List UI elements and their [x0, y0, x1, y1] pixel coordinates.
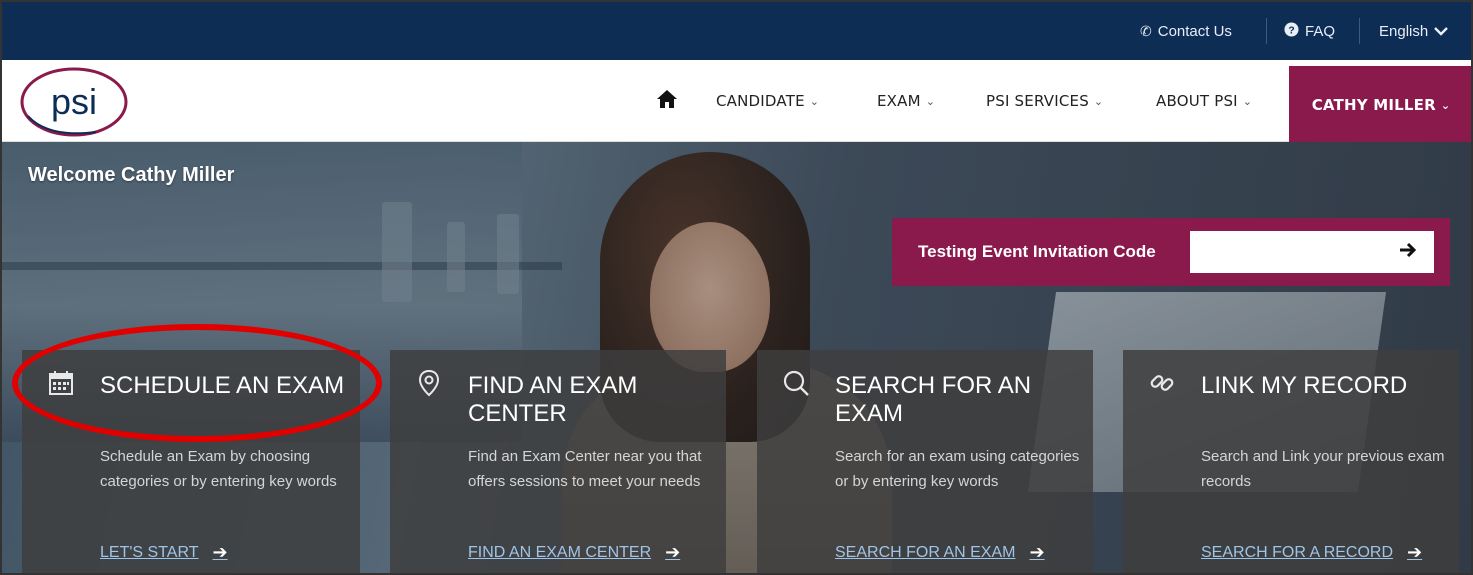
lets-start-link[interactable]: LET'S START ➔ — [100, 542, 228, 563]
faq-link[interactable]: ? FAQ — [1284, 2, 1335, 60]
invitation-code-input[interactable] — [1190, 231, 1408, 273]
link-icon — [1147, 368, 1177, 398]
chevron-down-icon: ⌄ — [925, 94, 936, 108]
user-menu-label: CATHY MILLER — [1311, 96, 1436, 114]
nav-psi-services[interactable]: PSI SERVICES ⌄ — [986, 60, 1103, 142]
contact-us-label: Contact Us — [1157, 22, 1232, 40]
welcome-message: Welcome Cathy Miller — [28, 164, 235, 186]
top-utility-bar: ✆ Contact Us ? FAQ English — [2, 2, 1471, 60]
nav-about-psi-label: ABOUT PSI — [1156, 92, 1238, 110]
nav-psi-services-label: PSI SERVICES — [986, 92, 1089, 110]
arrow-right-icon: ➔ — [212, 542, 228, 562]
divider — [1359, 18, 1360, 44]
card-title: SCHEDULE AN EXAM — [100, 372, 345, 399]
invitation-submit-button[interactable] — [1382, 231, 1434, 273]
arrow-right-icon: ➔ — [1407, 542, 1423, 562]
nav-candidate-label: CANDIDATE — [716, 92, 805, 110]
card-link-label: FIND AN EXAM CENTER — [468, 543, 652, 561]
contact-us-link[interactable]: ✆ Contact Us — [1140, 2, 1232, 60]
card-link-label: LET'S START — [100, 543, 199, 561]
home-icon — [656, 89, 678, 114]
card-link-label: SEARCH FOR A RECORD — [1201, 543, 1394, 561]
search-icon — [781, 368, 811, 398]
invitation-code-label: Testing Event Invitation Code — [918, 242, 1156, 261]
divider — [1266, 18, 1267, 44]
arrow-right-icon — [1399, 241, 1417, 264]
search-for-exam-link[interactable]: SEARCH FOR AN EXAM ➔ — [835, 542, 1045, 563]
faq-label: FAQ — [1305, 22, 1336, 40]
arrow-right-icon: ➔ — [665, 542, 681, 562]
chevron-down-icon: ⌄ — [1242, 94, 1253, 108]
user-menu[interactable]: CATHY MILLER ⌄ — [1289, 66, 1471, 144]
chevron-down-icon: ⌄ — [1440, 98, 1451, 112]
psi-logo[interactable]: psi — [18, 64, 130, 138]
card-description: Search and Link your previous exam recor… — [1201, 448, 1445, 490]
card-description: Find an Exam Center near you that offers… — [468, 448, 702, 490]
arrow-right-icon: ➔ — [1029, 542, 1045, 562]
language-label: English — [1379, 22, 1429, 40]
card-description: Search for an exam using categories or b… — [835, 448, 1080, 490]
chevron-down-icon: ⌄ — [1093, 94, 1104, 108]
card-schedule-exam: SCHEDULE AN EXAM Schedule an Exam by cho… — [22, 350, 360, 573]
card-link-label: SEARCH FOR AN EXAM — [835, 543, 1016, 561]
chevron-down-icon — [1434, 23, 1449, 40]
nav-exam-label: EXAM — [877, 92, 921, 110]
chevron-down-icon: ⌄ — [809, 94, 820, 108]
logo-text: psi — [51, 81, 97, 122]
card-title: SEARCH FOR AN EXAM — [835, 372, 1032, 427]
phone-icon: ✆ — [1140, 22, 1152, 39]
invitation-code-box: Testing Event Invitation Code — [892, 218, 1450, 286]
home-link[interactable] — [656, 60, 678, 142]
language-selector[interactable]: English — [1379, 2, 1449, 60]
main-navbar: psi CANDIDATE ⌄ EXAM ⌄ PSI SERVICES ⌄ ABOUT… — [2, 60, 1471, 144]
card-link-record: LINK MY RECORD Search and Link your prev… — [1123, 350, 1459, 573]
nav-candidate[interactable]: CANDIDATE ⌄ — [716, 60, 819, 142]
card-title: FIND AN EXAM CENTER — [468, 372, 638, 427]
find-exam-center-link[interactable]: FIND AN EXAM CENTER ➔ — [468, 542, 680, 563]
page-frame: ✆ Contact Us ? FAQ English psi CANDIDATE… — [0, 0, 1473, 575]
svg-text:?: ? — [1288, 25, 1294, 36]
map-pin-icon — [414, 368, 444, 398]
hero-banner: Welcome Cathy Miller Testing Event Invit… — [2, 142, 1471, 573]
nav-about-psi[interactable]: ABOUT PSI ⌄ — [1156, 60, 1252, 142]
question-circle-icon: ? — [1284, 22, 1299, 40]
search-for-record-link[interactable]: SEARCH FOR A RECORD ➔ — [1201, 542, 1422, 563]
card-title: LINK MY RECORD — [1201, 372, 1408, 399]
card-description: Schedule an Exam by choosing categories … — [100, 448, 337, 490]
calendar-icon — [46, 368, 76, 398]
card-find-exam-center: FIND AN EXAM CENTER Find an Exam Center … — [390, 350, 726, 573]
card-search-exam: SEARCH FOR AN EXAM Search for an exam us… — [757, 350, 1093, 573]
nav-exam[interactable]: EXAM ⌄ — [877, 60, 935, 142]
